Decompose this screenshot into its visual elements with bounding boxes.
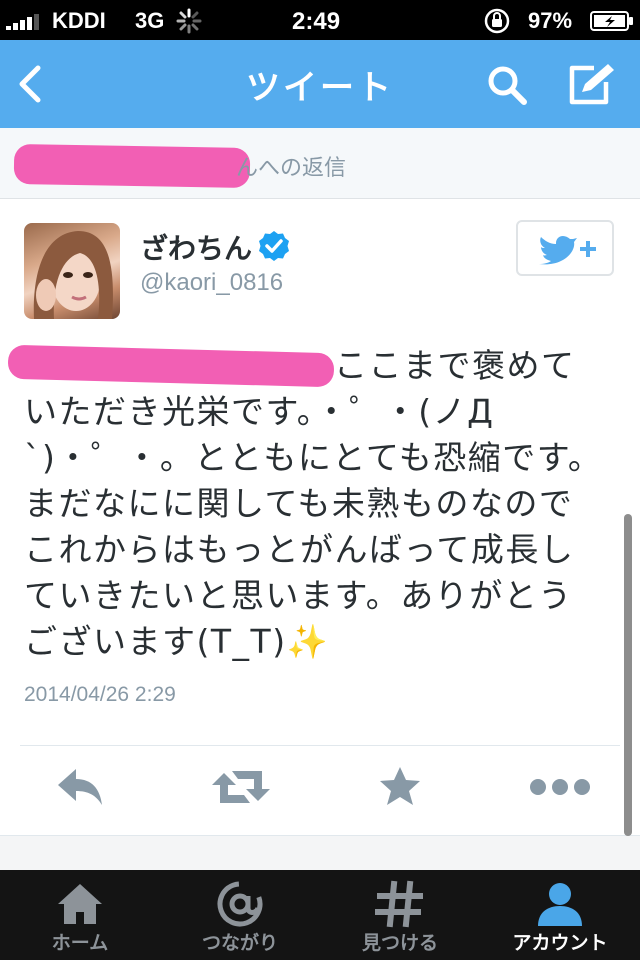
carrier-label: KDDI [52, 8, 106, 33]
tab-home[interactable]: ホーム [0, 870, 160, 960]
tweet-text: ここまで褒めていただき光栄です。・゜・(ノД`)・゜・。とともにとても恐縮です。… [24, 346, 603, 661]
tweet-body: ここまで褒めていただき光栄です。・゜・(ノД`)・゜・。とともにとても恐縮です。… [24, 343, 604, 665]
signal-strength-icon [6, 12, 46, 30]
verified-badge-icon [259, 231, 289, 261]
network-label: 3G [135, 8, 165, 33]
orientation-lock-icon [484, 8, 510, 34]
home-icon [58, 884, 102, 924]
tab-discover[interactable]: 見つける [320, 870, 480, 960]
follow-button[interactable] [516, 220, 614, 276]
tab-label: アカウント [512, 932, 608, 954]
reply-context-banner[interactable]: んへの返信 [0, 128, 640, 199]
person-icon [538, 883, 582, 926]
status-bar: KDDI 3G 2:49 97% [0, 0, 640, 40]
tab-label: 見つける [361, 932, 438, 954]
retweet-icon[interactable] [210, 765, 272, 809]
author-name[interactable]: ざわちん [140, 227, 252, 267]
search-icon[interactable] [486, 64, 528, 106]
battery-percent: 97% [528, 8, 573, 33]
hashtag-icon [375, 880, 423, 928]
reply-icon[interactable] [54, 765, 106, 809]
at-icon [217, 881, 263, 927]
twitter-bird-follow-icon [539, 236, 596, 265]
avatar[interactable] [24, 223, 120, 319]
scrollbar[interactable] [624, 514, 632, 836]
tab-label: ホーム [51, 932, 109, 954]
favorite-icon[interactable] [378, 765, 422, 809]
navigation-bar: ツイート [0, 40, 640, 128]
tab-bar: ホーム つながり 見つける アカウント [0, 870, 640, 960]
compose-icon[interactable] [566, 62, 618, 108]
tab-label: つながり [201, 932, 278, 954]
activity-spinner-icon [176, 8, 202, 34]
tweet-card: ざわちん @kaori_0816 ここまで褒めていただき光栄です。・゜・(ノД`… [0, 199, 640, 836]
tweet-timestamp: 2014/04/26 2:29 [24, 683, 176, 706]
tab-connect[interactable]: つながり [160, 870, 320, 960]
author-handle[interactable]: @kaori_0816 [140, 269, 283, 297]
reply-context-label: んへの返信 [236, 156, 347, 181]
battery-icon [590, 11, 633, 31]
divider [20, 745, 620, 746]
redaction-mark [13, 143, 251, 189]
more-icon[interactable] [528, 765, 592, 809]
tab-account[interactable]: アカウント [480, 870, 640, 960]
page-title: ツイート [246, 68, 394, 108]
clock: 2:49 [292, 8, 341, 35]
